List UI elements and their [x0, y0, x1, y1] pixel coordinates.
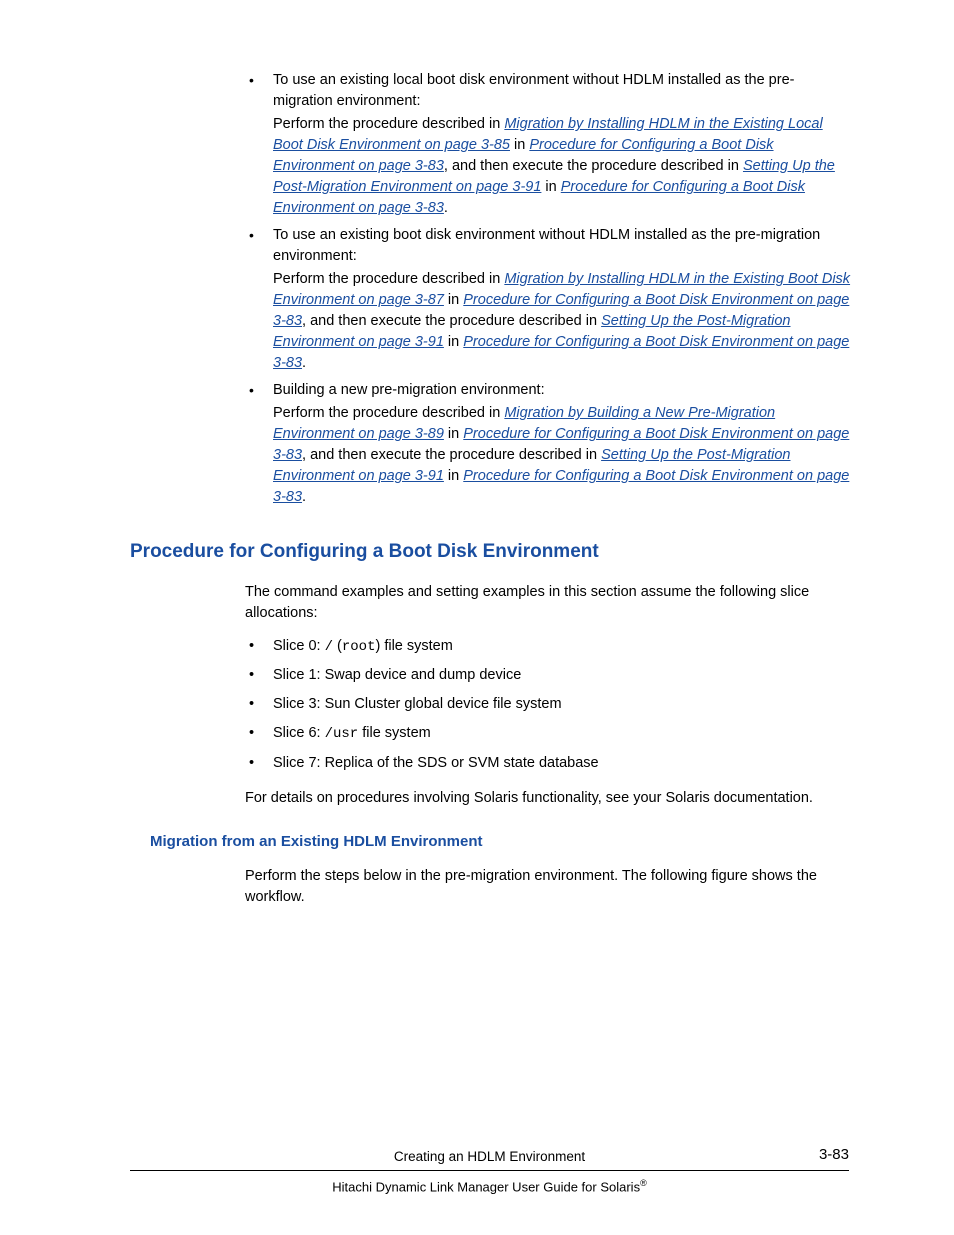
list-item: Slice 0: / (root) file system [245, 636, 854, 657]
subsection-text: Perform the steps below in the pre-migra… [245, 866, 854, 908]
bullet-lead: To use an existing boot disk environment… [273, 225, 854, 267]
list-item: Slice 7: Replica of the SDS or SVM state… [245, 753, 854, 774]
registered-icon: ® [640, 1178, 647, 1188]
page-footer: Creating an HDLM Environment 3-83 Hitach… [130, 1147, 849, 1197]
bullet-lead: Building a new pre-migration environment… [273, 380, 854, 401]
top-bullet-list: To use an existing local boot disk envir… [245, 70, 854, 508]
footer-chapter: Creating an HDLM Environment [394, 1147, 585, 1167]
bullet-paragraph: Perform the procedure described in Migra… [273, 269, 854, 374]
bullet-item: To use an existing boot disk environment… [245, 225, 854, 374]
section-body: The command examples and setting example… [130, 582, 854, 809]
bullet-item: Building a new pre-migration environment… [245, 380, 854, 508]
list-item: Slice 1: Swap device and dump device [245, 665, 854, 686]
bullet-paragraph: Perform the procedure described in Migra… [273, 114, 854, 219]
section-after: For details on procedures involving Sola… [245, 788, 854, 809]
section-heading: Procedure for Configuring a Boot Disk En… [130, 538, 854, 566]
list-item: Slice 6: /usr file system [245, 723, 854, 744]
section-intro: The command examples and setting example… [245, 582, 854, 624]
main-content: To use an existing local boot disk envir… [130, 70, 854, 508]
bullet-lead: To use an existing local boot disk envir… [273, 70, 854, 112]
list-item: Slice 3: Sun Cluster global device file … [245, 694, 854, 715]
footer-top-row: Creating an HDLM Environment 3-83 [130, 1147, 849, 1171]
slice-list: Slice 0: / (root) file system Slice 1: S… [245, 636, 854, 774]
footer-page-number: 3-83 [819, 1144, 849, 1166]
subsection-body: Perform the steps below in the pre-migra… [130, 866, 854, 908]
footer-doc-title: Hitachi Dynamic Link Manager User Guide … [130, 1171, 849, 1197]
bullet-item: To use an existing local boot disk envir… [245, 70, 854, 219]
bullet-paragraph: Perform the procedure described in Migra… [273, 403, 854, 508]
subsection-heading: Migration from an Existing HDLM Environm… [130, 831, 854, 853]
